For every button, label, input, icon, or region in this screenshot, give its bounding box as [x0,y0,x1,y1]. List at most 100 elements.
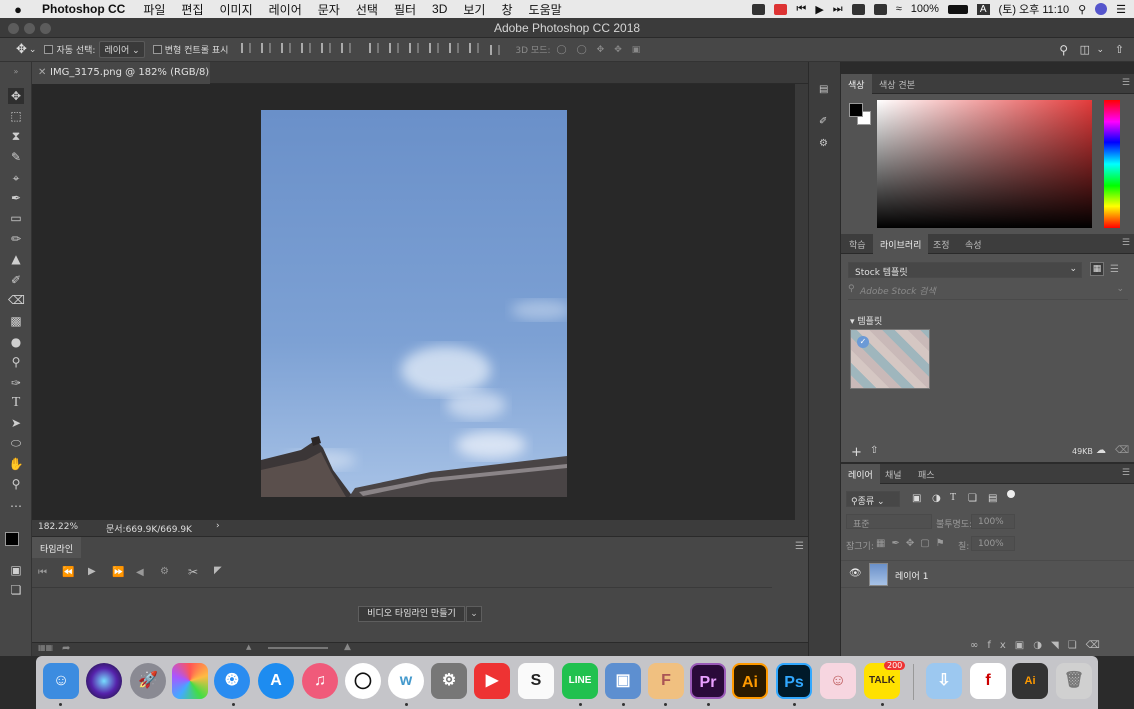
history-brush-tool-icon[interactable]: ✐ [8,272,24,288]
blur-tool-icon[interactable]: ● [8,334,24,350]
spotlight-icon[interactable]: ⚲ [1078,3,1086,16]
properties-sliders-icon[interactable]: ⚙ [819,138,828,149]
previous-frame-icon[interactable]: ⏪ [62,567,74,578]
audio-icon[interactable]: ◀ [136,567,144,578]
align-vcenter-icon[interactable] [261,43,272,53]
color-foreground-swatch[interactable] [849,103,863,117]
library-select[interactable]: Stock 템플릿 ⌄ [848,262,1082,278]
fill-input[interactable]: 100% [971,536,1015,551]
tab-paths[interactable]: 패스 [918,468,935,481]
foreground-color-swatch[interactable] [5,532,19,546]
layers-panel-menu-icon[interactable]: ☰ [1122,468,1130,478]
dodge-tool-icon[interactable]: ⚲ [8,354,24,370]
play-icon[interactable]: ▶ [88,566,96,577]
edit-toolbar-icon[interactable]: ⋯ [8,498,24,514]
timeline-frames-icon[interactable]: ▦▦ [38,643,53,652]
marquee-tool-icon[interactable]: ⬚ [8,108,24,124]
timeline-zoom-slider[interactable] [268,647,328,649]
adjustment-layer-icon[interactable]: ◑ [1033,640,1051,651]
transform-controls-checkbox[interactable] [152,45,162,54]
transition-icon[interactable]: ◤ [214,565,222,576]
distribute-left-icon[interactable] [429,43,440,53]
timeline-type-dropdown[interactable]: ⌄ [466,606,482,622]
menu-3d[interactable]: 3D [424,2,455,16]
add-mask-icon[interactable]: ▣ [1015,640,1033,651]
brush-settings-icon[interactable]: ✐ [819,116,827,127]
gradient-tool-icon[interactable]: ▩ [8,313,24,329]
tab-layers[interactable]: 레이어 [841,464,880,484]
share-icon[interactable]: ⇧ [1115,43,1124,56]
eraser-tool-icon[interactable]: ⌫ [8,292,25,308]
path-selection-tool-icon[interactable]: ➤ [8,415,24,431]
auto-select-checkbox[interactable] [44,45,54,54]
convert-icon[interactable]: ➦ [62,643,70,654]
collapse-toolbar-icon[interactable]: » [8,64,24,80]
canvas-vertical-scrollbar[interactable] [795,84,808,520]
illustrator-icon[interactable]: Ai [732,663,768,699]
delete-icon[interactable]: ⌫ [1115,445,1129,456]
zoom-level[interactable]: 182.22% [38,522,78,532]
next-track-icon[interactable]: ⏭ [833,3,843,16]
close-document-icon[interactable]: ✕ [38,67,46,78]
lock-icons[interactable]: ▦✒✥▢⚑ [876,538,951,549]
itunes-icon[interactable]: ♫ [302,663,338,699]
creative-cloud-icon[interactable] [873,3,887,15]
menu-select[interactable]: 선택 [348,1,386,18]
flash-360-icon[interactable]: F [648,663,684,699]
menu-window[interactable]: 창 [493,1,520,18]
line-status-icon[interactable] [752,3,766,15]
app-store-icon[interactable]: A [258,663,294,699]
create-video-timeline-button[interactable]: 비디오 타임라인 만들기 [358,606,465,622]
zoom-out-timeline-icon[interactable]: ▲ [246,643,251,651]
color-picker-field[interactable] [877,100,1092,228]
record-status-icon[interactable] [774,3,788,15]
quick-selection-tool-icon[interactable]: ✎ [8,149,24,165]
siri-icon[interactable] [1095,3,1108,15]
menu-layer[interactable]: 레이어 [261,1,310,18]
system-preferences-icon[interactable]: ⚙ [431,663,467,699]
character-app-icon[interactable]: ☺ [820,663,856,699]
link-layers-icon[interactable]: ∞ [970,640,987,651]
document-image[interactable] [261,110,567,497]
distribute-bottom-icon[interactable] [409,43,420,53]
tab-properties[interactable]: 속성 [965,238,982,251]
line-icon[interactable]: LINE [562,663,598,699]
screen-mode-icon[interactable]: ❏ [8,582,24,598]
split-scissors-icon[interactable]: ✂ [188,565,198,579]
zoom-tool-icon[interactable]: ⚲ [8,476,24,492]
distribute-right-icon[interactable] [469,43,480,53]
timeline-menu-icon[interactable]: ☰ [795,541,804,552]
filter-shape-icon[interactable]: ❏ [968,493,977,504]
template-section-header[interactable]: ▾ 템플릿 [850,314,882,327]
visibility-eye-icon[interactable]: 👁 [849,568,862,579]
tool-preset-chevron-icon[interactable]: ⌄ [29,45,37,55]
safari-icon[interactable]: ❂ [214,663,250,699]
workspace-icon[interactable]: ◫ [1080,43,1090,56]
notification-center-icon[interactable]: ☰ [1116,3,1126,16]
status-expand-icon[interactable]: › [216,521,220,531]
ai-file-icon[interactable]: Ai [1012,663,1048,699]
distribute-top-icon[interactable] [369,43,380,53]
filter-type-icon[interactable]: T [950,492,956,503]
clone-stamp-tool-icon[interactable]: ▲ [8,251,24,267]
settings-gear-icon[interactable]: ⚙ [160,566,169,577]
quick-mask-icon[interactable]: ▣ [8,562,24,578]
hue-slider[interactable] [1104,100,1120,228]
layer-style-fx-icon[interactable]: fx [987,640,1014,651]
rec-app-icon[interactable]: ▶ [474,663,510,699]
layer-row[interactable]: 👁 레이어 1 [841,560,1134,588]
clock-app-icon[interactable]: ◯ [345,663,381,699]
opacity-input[interactable]: 100% [971,514,1015,529]
search-icon[interactable]: ⚲ [1059,43,1068,57]
add-library-item-icon[interactable]: + [851,445,862,460]
blend-mode-select[interactable]: 표준 [846,514,932,530]
finder-icon[interactable]: ☺ [43,663,79,699]
grid-view-icon[interactable]: ▦ [1090,262,1104,276]
tab-color[interactable]: 색상 [841,74,872,94]
template-thumbnail[interactable]: ✓ [850,329,930,389]
hand-tool-icon[interactable]: ✋ [8,456,24,472]
menu-filter[interactable]: 필터 [386,1,424,18]
menu-image[interactable]: 이미지 [212,1,261,18]
pen-tool-icon[interactable]: ✑ [8,375,24,391]
premiere-icon[interactable]: Pr [690,663,726,699]
